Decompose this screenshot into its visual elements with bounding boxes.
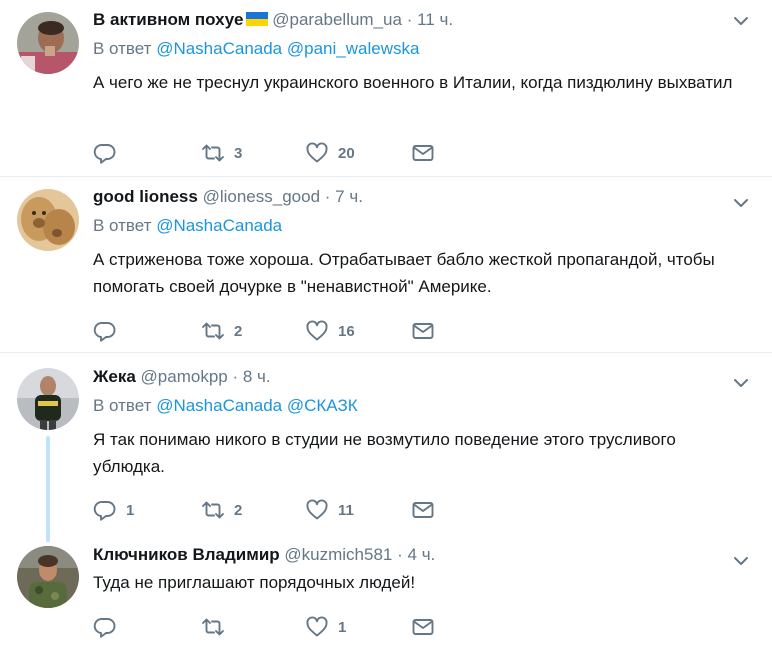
chevron-down-icon[interactable] <box>732 374 750 392</box>
reply-context: В ответ @NashaCanada @pani_walewska <box>93 38 752 60</box>
reply-icon <box>93 141 117 165</box>
retweet-icon <box>201 141 225 165</box>
reply-button[interactable] <box>93 615 126 639</box>
tweet-timestamp[interactable]: 11 ч. <box>417 10 453 29</box>
like-count: 20 <box>338 144 355 162</box>
tweet-text: Туда не приглашают порядочных людей! <box>93 573 416 592</box>
separator-dot: · <box>406 10 413 29</box>
mention-link[interactable]: @СКАЗК <box>287 396 358 415</box>
author-handle[interactable]: @pamokpp <box>141 367 228 386</box>
author-handle[interactable]: @parabellum_ua <box>272 10 402 29</box>
mention-link[interactable]: @NashaCanada <box>156 396 282 415</box>
avatar[interactable] <box>17 368 79 430</box>
heart-icon <box>305 319 329 343</box>
reply-icon <box>93 319 117 343</box>
reply-button[interactable] <box>93 319 126 343</box>
tweet[interactable]: good lioness @lioness_good · 7 ч. В отве… <box>0 177 772 353</box>
retweet-count: 2 <box>234 322 243 340</box>
ukraine-flag-icon <box>245 12 268 26</box>
reply-prefix: В ответ <box>93 216 152 235</box>
retweet-button[interactable]: 2 <box>201 498 242 522</box>
direct-message-button[interactable] <box>411 615 435 639</box>
retweet-icon <box>201 498 225 522</box>
like-button[interactable]: 11 <box>305 498 354 522</box>
reply-prefix: В ответ <box>93 396 152 415</box>
retweet-icon <box>201 615 225 639</box>
heart-icon <box>305 615 329 639</box>
author-name[interactable]: Жека <box>93 367 136 386</box>
avatar[interactable] <box>17 546 79 608</box>
author-handle[interactable]: @kuzmich581 <box>284 545 392 564</box>
heart-icon <box>305 141 329 165</box>
separator-dot: · <box>324 187 331 206</box>
reply-button[interactable] <box>93 141 126 165</box>
like-count: 1 <box>338 618 347 636</box>
envelope-icon <box>411 498 435 522</box>
author-handle[interactable]: @lioness_good <box>203 187 320 206</box>
heart-icon <box>305 498 329 522</box>
retweet-button[interactable]: 3 <box>201 141 242 165</box>
retweet-button[interactable]: 2 <box>201 319 242 343</box>
envelope-icon <box>411 615 435 639</box>
author-name[interactable]: В активном похуе <box>93 10 244 29</box>
direct-message-button[interactable] <box>411 141 435 165</box>
envelope-icon <box>411 319 435 343</box>
like-count: 16 <box>338 322 355 340</box>
reply-prefix: В ответ <box>93 39 152 58</box>
mention-link[interactable]: @NashaCanada <box>156 216 282 235</box>
like-button[interactable]: 16 <box>305 319 355 343</box>
author-name[interactable]: good lioness <box>93 187 198 206</box>
direct-message-button[interactable] <box>411 319 435 343</box>
tweet-feed: В активном похуе @parabellum_ua · 11 ч. … <box>0 0 772 658</box>
retweet-button[interactable] <box>201 615 234 639</box>
retweet-icon <box>201 319 225 343</box>
reply-count: 1 <box>126 501 135 519</box>
reply-button[interactable]: 1 <box>93 498 134 522</box>
avatar[interactable] <box>17 12 79 74</box>
envelope-icon <box>411 141 435 165</box>
retweet-count: 3 <box>234 144 243 162</box>
separator-dot: · <box>397 545 403 564</box>
tweet-timestamp[interactable]: 7 ч. <box>335 187 363 206</box>
mention-link[interactable]: @NashaCanada <box>156 39 282 58</box>
tweet-text: А стриженова тоже хороша. Отрабатывает б… <box>93 250 715 296</box>
tweet[interactable]: В активном похуе @parabellum_ua · 11 ч. … <box>0 0 772 177</box>
avatar[interactable] <box>17 189 79 251</box>
reply-icon <box>93 615 117 639</box>
tweet-timestamp[interactable]: 8 ч. <box>243 367 271 386</box>
reply-context: В ответ @NashaCanada @СКАЗК <box>93 395 752 417</box>
separator-dot: · <box>232 367 239 386</box>
reply-context: В ответ @NashaCanada <box>93 215 752 237</box>
tweet-text: Я так понимаю никого в студии не возмути… <box>93 430 676 476</box>
reply-icon <box>93 498 117 522</box>
tweet-text: А чего же не треснул украинского военног… <box>93 73 733 92</box>
like-count: 11 <box>338 501 354 519</box>
tweet[interactable]: Ключников Владимир @kuzmich581 · 4 ч. Ту… <box>0 535 772 658</box>
chevron-down-icon[interactable] <box>732 194 750 212</box>
direct-message-button[interactable] <box>411 498 435 522</box>
mention-link[interactable]: @pani_walewska <box>287 39 420 58</box>
tweet[interactable]: Жека @pamokpp · 8 ч. В ответ @NashaCanad… <box>0 357 772 533</box>
author-name[interactable]: Ключников Владимир <box>93 545 280 564</box>
like-button[interactable]: 1 <box>305 615 346 639</box>
chevron-down-icon[interactable] <box>732 12 750 30</box>
chevron-down-icon[interactable] <box>732 552 750 570</box>
tweet-timestamp[interactable]: 4 ч. <box>408 545 436 564</box>
retweet-count: 2 <box>234 501 243 519</box>
like-button[interactable]: 20 <box>305 141 355 165</box>
